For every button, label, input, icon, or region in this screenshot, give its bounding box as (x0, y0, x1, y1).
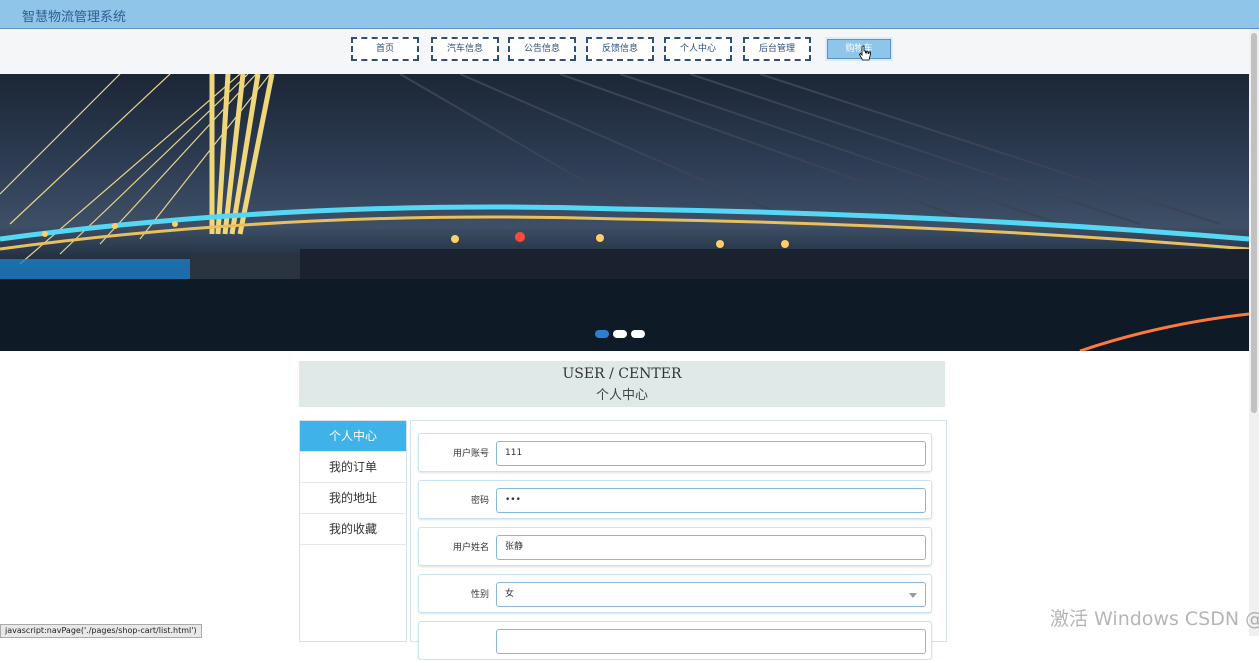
form-row-name: 用户姓名 张静 (418, 527, 932, 566)
site-title: 智慧物流管理系统 (22, 10, 127, 25)
chevron-down-icon (909, 593, 917, 598)
account-input[interactable]: 111 (496, 441, 926, 466)
nav-admin[interactable]: 后台管理 (743, 37, 811, 61)
form-row-password: 密码 ••• (418, 480, 932, 519)
hero-banner (0, 74, 1249, 351)
sidebar-item-my-favorites[interactable]: 我的收藏 (300, 514, 406, 545)
hand-cursor-icon (859, 45, 871, 61)
nav-vehicle-info[interactable]: 汽车信息 (431, 37, 499, 61)
scrollbar-thumb[interactable] (1251, 33, 1257, 413)
name-input[interactable]: 张静 (496, 535, 926, 560)
nav-announcements[interactable]: 公告信息 (508, 37, 576, 61)
bridge-night-image (0, 74, 1249, 351)
nav-user-center[interactable]: 个人中心 (664, 37, 732, 61)
carousel-dot-2[interactable] (613, 330, 627, 338)
top-header-bar: 智慧物流管理系统 (0, 0, 1259, 29)
gender-select[interactable]: 女 (496, 582, 926, 607)
gender-value: 女 (505, 589, 515, 599)
form-row-next (418, 621, 932, 660)
sidebar-item-my-address[interactable]: 我的地址 (300, 483, 406, 514)
form-row-gender: 性别 女 (418, 574, 932, 613)
nav-feedback[interactable]: 反馈信息 (586, 37, 654, 61)
next-field-input[interactable] (496, 629, 926, 654)
main-nav: 首页 汽车信息 公告信息 反馈信息 个人中心 后台管理 购物车 (0, 29, 1259, 74)
section-title-en: USER / CENTER (562, 366, 682, 382)
sidebar-item-user-center[interactable]: 个人中心 (300, 421, 406, 452)
account-label: 用户账号 (452, 449, 489, 459)
carousel-dot-3[interactable] (631, 330, 645, 338)
page-scrollbar[interactable] (1249, 29, 1259, 636)
gender-label: 性别 (470, 590, 489, 600)
password-label: 密码 (470, 496, 489, 506)
user-sidebar: 个人中心 我的订单 我的地址 我的收藏 (299, 420, 407, 642)
name-label: 用户姓名 (452, 543, 489, 553)
profile-form: 用户账号 111 密码 ••• 用户姓名 张静 性别 女 (410, 420, 947, 660)
sidebar-item-my-orders[interactable]: 我的订单 (300, 452, 406, 483)
section-header: USER / CENTER 个人中心 (299, 361, 945, 407)
section-title-cn: 个人中心 (595, 388, 648, 403)
form-row-account: 用户账号 111 (418, 433, 932, 472)
watermark-text: 激活 Windows CSDN @小奔2 (1050, 608, 1259, 630)
nav-home[interactable]: 首页 (351, 37, 419, 61)
password-input[interactable]: ••• (496, 488, 926, 513)
carousel-dot-1[interactable] (595, 330, 609, 338)
